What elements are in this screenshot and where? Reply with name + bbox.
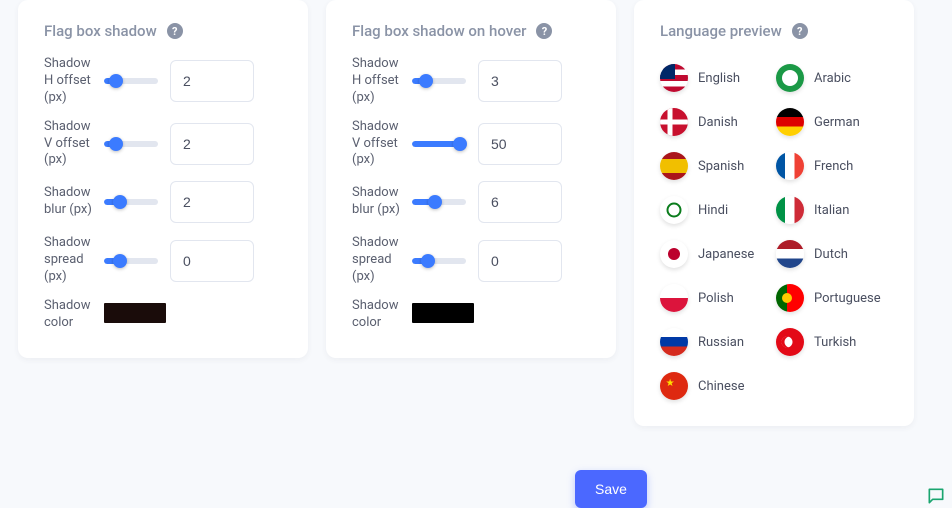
shadow-color-swatch[interactable] xyxy=(412,303,474,323)
lang-item-ru[interactable]: Russian xyxy=(660,328,772,356)
lang-item-ar[interactable]: Arabic xyxy=(776,64,888,92)
lang-label: German xyxy=(814,115,860,130)
spread-slider[interactable] xyxy=(104,254,158,268)
v-offset-field: Shadow V offset (px) xyxy=(44,119,282,170)
h-offset-input[interactable] xyxy=(170,60,254,102)
lang-label: Arabic xyxy=(814,71,851,86)
v-offset-input[interactable] xyxy=(478,123,562,165)
lang-label: Polish xyxy=(698,291,734,306)
v-offset-slider[interactable] xyxy=(104,137,158,151)
blur-field: Shadow blur (px) xyxy=(44,181,282,223)
color-field: Shadow color xyxy=(44,298,282,332)
flag-icon xyxy=(776,64,804,92)
flag-icon xyxy=(776,240,804,268)
flag-icon xyxy=(660,284,688,312)
flag-icon xyxy=(776,196,804,224)
blur-input[interactable] xyxy=(478,181,562,223)
v-offset-input[interactable] xyxy=(170,123,254,165)
lang-label: Danish xyxy=(698,115,738,130)
h-offset-slider[interactable] xyxy=(104,74,158,88)
card-title: Flag box shadow on hover xyxy=(352,22,526,40)
flag-icon xyxy=(660,64,688,92)
lang-label: Japanese xyxy=(698,247,754,262)
field-label: Shadow blur (px) xyxy=(352,185,404,219)
field-label: Shadow blur (px) xyxy=(44,185,96,219)
lang-label: Chinese xyxy=(698,379,744,394)
v-offset-field: Shadow V offset (px) xyxy=(352,119,590,170)
blur-slider[interactable] xyxy=(104,195,158,209)
lang-label: French xyxy=(814,159,853,174)
card-title: Flag box shadow xyxy=(44,22,157,40)
flag-icon xyxy=(776,328,804,356)
shadow-color-swatch[interactable] xyxy=(104,303,166,323)
lang-label: English xyxy=(698,71,740,86)
lang-item-nl[interactable]: Dutch xyxy=(776,240,888,268)
field-label: Shadow V offset (px) xyxy=(352,119,404,170)
field-label: Shadow H offset (px) xyxy=(44,56,96,107)
flag-icon xyxy=(660,196,688,224)
lang-label: Italian xyxy=(814,203,849,218)
lang-item-cn[interactable]: Chinese xyxy=(660,372,772,400)
blur-input[interactable] xyxy=(170,181,254,223)
chat-bubble-icon[interactable] xyxy=(926,486,946,506)
help-icon[interactable]: ? xyxy=(167,23,183,39)
spread-field: Shadow spread (px) xyxy=(352,235,590,286)
lang-item-es[interactable]: Spanish xyxy=(660,152,772,180)
flag-icon xyxy=(660,372,688,400)
spread-input[interactable] xyxy=(478,240,562,282)
lang-label: Dutch xyxy=(814,247,848,262)
field-label: Shadow V offset (px) xyxy=(44,119,96,170)
field-label: Shadow spread (px) xyxy=(352,235,404,286)
lang-item-tr[interactable]: Turkish xyxy=(776,328,888,356)
lang-item-it[interactable]: Italian xyxy=(776,196,888,224)
help-icon[interactable]: ? xyxy=(792,23,808,39)
lang-item-dk[interactable]: Danish xyxy=(660,108,772,136)
h-offset-input[interactable] xyxy=(478,60,562,102)
lang-item-jp[interactable]: Japanese xyxy=(660,240,772,268)
color-field: Shadow color xyxy=(352,298,590,332)
spread-field: Shadow spread (px) xyxy=(44,235,282,286)
lang-label: Turkish xyxy=(814,335,856,350)
flag-icon xyxy=(660,240,688,268)
lang-item-pl[interactable]: Polish xyxy=(660,284,772,312)
flag-icon xyxy=(660,152,688,180)
field-label: Shadow H offset (px) xyxy=(352,56,404,107)
blur-field: Shadow blur (px) xyxy=(352,181,590,223)
flag-icon xyxy=(660,328,688,356)
h-offset-field: Shadow H offset (px) xyxy=(44,56,282,107)
language-grid: English Arabic Danish German Spanish French Hi… xyxy=(660,64,888,400)
flag-icon xyxy=(776,152,804,180)
h-offset-field: Shadow H offset (px) xyxy=(352,56,590,107)
blur-slider[interactable] xyxy=(412,195,466,209)
field-label: Shadow spread (px) xyxy=(44,235,96,286)
lang-item-fr[interactable]: French xyxy=(776,152,888,180)
language-preview-card: Language preview ? English Arabic Danish Ge… xyxy=(634,0,914,426)
field-label: Shadow color xyxy=(352,298,404,332)
flag-icon xyxy=(776,284,804,312)
card-title: Language preview xyxy=(660,22,782,40)
lang-label: Hindi xyxy=(698,203,728,218)
lang-item-in[interactable]: Hindi xyxy=(660,196,772,224)
flag-icon xyxy=(660,108,688,136)
lang-item-de[interactable]: German xyxy=(776,108,888,136)
help-icon[interactable]: ? xyxy=(536,23,552,39)
h-offset-slider[interactable] xyxy=(412,74,466,88)
lang-label: Russian xyxy=(698,335,744,350)
spread-input[interactable] xyxy=(170,240,254,282)
lang-item-pt[interactable]: Portuguese xyxy=(776,284,888,312)
spread-slider[interactable] xyxy=(412,254,466,268)
v-offset-slider[interactable] xyxy=(412,137,466,151)
save-button[interactable]: Save xyxy=(575,470,647,508)
flag-box-shadow-hover-card: Flag box shadow on hover ? Shadow H offs… xyxy=(326,0,616,358)
field-label: Shadow color xyxy=(44,298,96,332)
lang-label: Portuguese xyxy=(814,291,881,306)
flag-icon xyxy=(776,108,804,136)
flag-box-shadow-card: Flag box shadow ? Shadow H offset (px) S… xyxy=(18,0,308,358)
lang-item-us[interactable]: English xyxy=(660,64,772,92)
lang-label: Spanish xyxy=(698,159,744,174)
